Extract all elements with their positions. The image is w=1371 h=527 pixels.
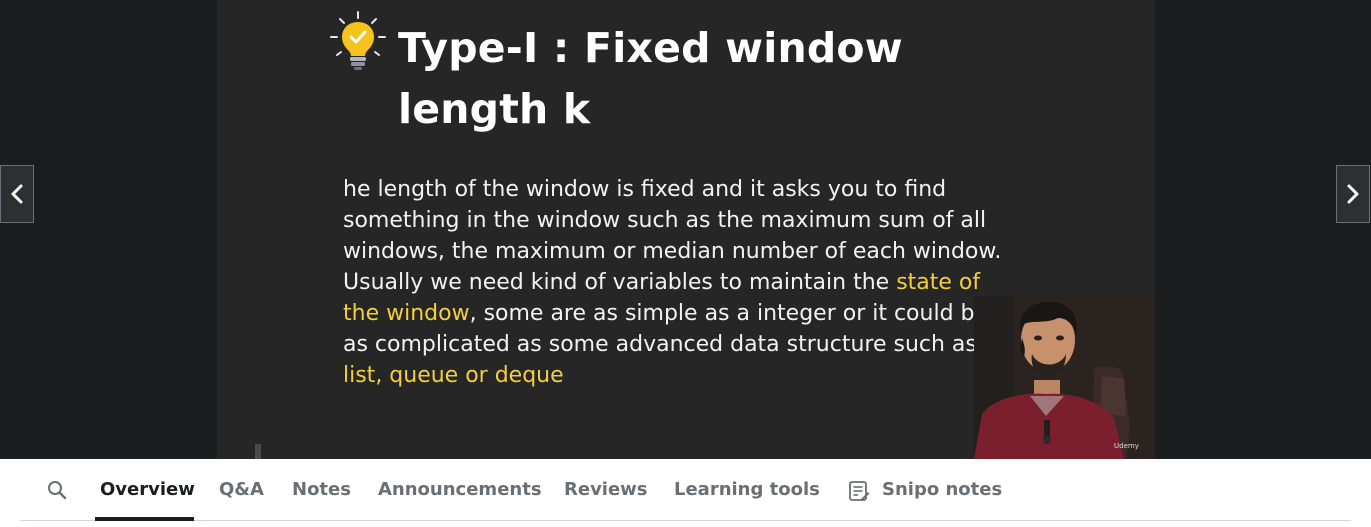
slide-body-text: he length of the window is fixed and it …	[343, 174, 1003, 391]
search-icon[interactable]	[46, 479, 68, 501]
presenter-figure	[974, 296, 1155, 459]
presenter-webcam: Udemy	[974, 296, 1155, 459]
chevron-right-icon	[1347, 184, 1359, 204]
tab-announcements[interactable]: Announcements	[378, 479, 542, 501]
chevron-left-icon	[11, 184, 23, 204]
tab-notes[interactable]: Notes	[292, 479, 351, 501]
tabs-divider	[20, 520, 1351, 521]
tab-reviews[interactable]: Reviews	[564, 479, 648, 501]
active-tab-indicator	[95, 517, 194, 521]
tab-learning-tools[interactable]: Learning tools	[674, 479, 820, 501]
tab-overview[interactable]: Overview	[100, 479, 195, 501]
tab-snipo-notes[interactable]: Snipo notes	[882, 479, 1002, 501]
next-lecture-button[interactable]	[1336, 165, 1370, 223]
slide-title: Type-I : Fixed window length k	[398, 18, 958, 140]
notes-list-icon	[849, 481, 870, 501]
slide-title-line2: length k	[398, 85, 591, 133]
lightbulb-icon	[330, 11, 386, 70]
tab-qa[interactable]: Q&A	[219, 479, 264, 501]
video-player[interactable]: Type-I : Fixed window length k he length…	[0, 0, 1371, 459]
udemy-watermark: Udemy	[1114, 442, 1139, 450]
highlight-data-structures: list, queue or deque	[343, 363, 564, 388]
slide-title-line1: Type-I : Fixed window	[398, 24, 903, 72]
course-tabs-bar: Overview Q&A Notes Announcements Reviews…	[0, 459, 1371, 527]
progress-marker[interactable]	[255, 444, 261, 459]
previous-lecture-button[interactable]	[0, 165, 34, 223]
